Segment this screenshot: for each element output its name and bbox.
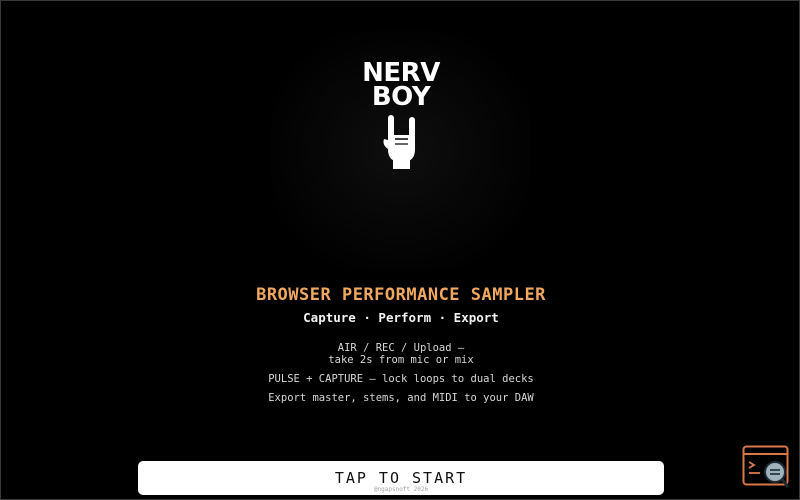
feature-text: take 2s from mic or mix xyxy=(328,354,474,366)
feature-text: PULSE + CAPTURE — lock loops to dual dec… xyxy=(268,373,534,385)
app-screen: NERV BOY BROWSER PERFORMANCE SAMPLER Cap… xyxy=(0,0,800,500)
console-magnifier-icon xyxy=(742,445,790,488)
copyright-credit: @ngapsnoft 2026 xyxy=(373,485,429,493)
rock-hand-icon xyxy=(383,115,415,169)
tap-to-start-button[interactable]: TAP TO START @ngapsnoft 2026 xyxy=(138,461,664,495)
console-debug-button[interactable] xyxy=(742,445,792,491)
page-title: BROWSER PERFORMANCE SAMPLER xyxy=(256,285,546,305)
feature-item: PULSE + CAPTURE — lock loops to dual dec… xyxy=(1,373,799,385)
start-label: TAP TO START xyxy=(334,468,468,487)
feature-text: AIR / REC / Upload — xyxy=(337,342,465,354)
feature-list: AIR / REC / Upload — take 2s from mic or… xyxy=(1,342,799,411)
feature-text: Export master, stems, and MIDI to your D… xyxy=(268,392,534,404)
nerv-boy-logo: NERV BOY xyxy=(351,60,451,169)
page-subtitle: Capture · Perform · Export xyxy=(303,310,499,325)
feature-item: Export master, stems, and MIDI to your D… xyxy=(1,392,799,404)
feature-item: AIR / REC / Upload — take 2s from mic or… xyxy=(1,342,799,366)
logo-line-2: BOY xyxy=(371,82,431,112)
